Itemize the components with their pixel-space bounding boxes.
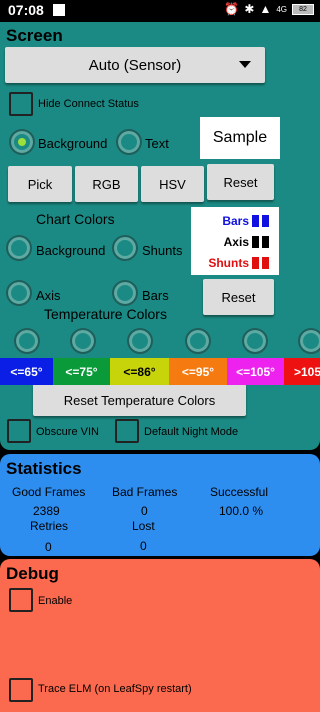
- mode-dropdown[interactable]: Auto (Sensor): [5, 47, 265, 83]
- good-frames-value: 2389: [33, 504, 60, 518]
- obscure-vin-label: Obscure VIN: [36, 426, 99, 438]
- default-night-mode-checkbox[interactable]: [115, 419, 139, 443]
- temp-75-radio[interactable]: [70, 328, 96, 354]
- status-time: 07:08: [8, 2, 44, 18]
- chart-background-radio[interactable]: [6, 235, 32, 261]
- temp-color-95: <=95°: [169, 358, 227, 385]
- successful-value: 100.0 %: [219, 504, 264, 518]
- pick-button[interactable]: Pick: [8, 166, 72, 202]
- temp-color-86: <=86°: [110, 358, 169, 385]
- notification-icon: [53, 4, 65, 16]
- battery-icon: 82: [292, 3, 314, 15]
- temp-65-radio[interactable]: [14, 328, 40, 354]
- hsv-button[interactable]: HSV: [141, 166, 204, 202]
- temp-color-75: <=75°: [53, 358, 110, 385]
- temp-86-radio[interactable]: [127, 328, 153, 354]
- chart-legend: Bars Axis Shunts: [191, 207, 279, 275]
- hide-connect-status-checkbox[interactable]: [9, 92, 33, 116]
- chart-shunts-radio[interactable]: [112, 235, 138, 261]
- temp-95-radio[interactable]: [185, 328, 211, 354]
- bad-frames-value: 0: [141, 504, 148, 518]
- signal-icon: ▲: [259, 2, 272, 16]
- chart-shunts-label: Shunts: [142, 243, 183, 258]
- trace-elm-checkbox[interactable]: [9, 678, 33, 702]
- chart-axis-label: Axis: [36, 288, 61, 303]
- hide-connect-status-label: Hide Connect Status: [38, 98, 139, 110]
- temp-color-65: <=65°: [0, 358, 53, 385]
- rgb-button[interactable]: RGB: [75, 166, 138, 202]
- screen-section: Screen Auto (Sensor) Hide Connect Status…: [0, 22, 320, 450]
- temp-color-over-105: >105: [284, 358, 320, 385]
- temp-105-radio[interactable]: [242, 328, 268, 354]
- temp-color-105: <=105°: [227, 358, 284, 385]
- chart-background-label: Background: [36, 243, 106, 258]
- lost-label: Lost: [132, 519, 155, 533]
- default-night-mode-label: Default Night Mode: [144, 426, 239, 438]
- sample-preview: Sample: [200, 117, 280, 159]
- chart-bars-label: Bars: [142, 288, 169, 303]
- enable-checkbox[interactable]: [9, 588, 33, 612]
- statistics-title: Statistics: [6, 459, 82, 478]
- 4g-icon: 4G: [276, 4, 287, 14]
- temperature-colors-title: Temperature Colors: [44, 306, 167, 322]
- retries-label: Retries: [30, 519, 69, 533]
- chart-bars-radio[interactable]: [112, 280, 138, 306]
- obscure-vin-checkbox[interactable]: [7, 419, 31, 443]
- status-bar: 07:08 ⏰ ✱ ▲ 4G 82: [0, 0, 320, 22]
- legend-axis: Axis: [224, 235, 269, 249]
- chart-colors-title: Chart Colors: [36, 211, 115, 227]
- background-radio-label: Background: [38, 136, 108, 151]
- chart-axis-radio[interactable]: [6, 280, 32, 306]
- text-radio-label: Text: [145, 136, 169, 151]
- successful-label: Successful: [210, 485, 269, 499]
- debug-section: Debug Enable Trace ELM (on LeafSpy resta…: [0, 559, 320, 712]
- bad-frames-label: Bad Frames: [112, 485, 178, 499]
- lost-value: 0: [140, 539, 147, 553]
- mode-dropdown-value: Auto (Sensor): [88, 56, 182, 74]
- trace-elm-label: Trace ELM (on LeafSpy restart): [38, 683, 192, 695]
- text-radio[interactable]: [116, 129, 142, 155]
- statistics-section: Statistics Good Frames 2389 Bad Frames 0…: [0, 454, 320, 556]
- legend-bars: Bars: [222, 214, 269, 228]
- bluetooth-icon: ✱: [244, 2, 255, 16]
- good-frames-label: Good Frames: [12, 485, 86, 499]
- temp-over-105-radio[interactable]: [298, 328, 320, 354]
- enable-label: Enable: [38, 595, 73, 607]
- legend-shunts: Shunts: [208, 256, 269, 270]
- status-icons: ⏰ ✱ ▲ 4G 82: [224, 2, 314, 16]
- reset-sample-button[interactable]: Reset: [207, 164, 274, 200]
- alarm-icon: ⏰: [224, 2, 240, 16]
- background-radio[interactable]: [9, 129, 35, 155]
- reset-temperature-colors-button[interactable]: Reset Temperature Colors: [33, 384, 246, 416]
- retries-value: 0: [45, 540, 52, 554]
- debug-title: Debug: [6, 564, 59, 583]
- chevron-down-icon: [239, 61, 251, 68]
- screen-title: Screen: [6, 26, 63, 45]
- reset-chart-colors-button[interactable]: Reset: [203, 279, 274, 315]
